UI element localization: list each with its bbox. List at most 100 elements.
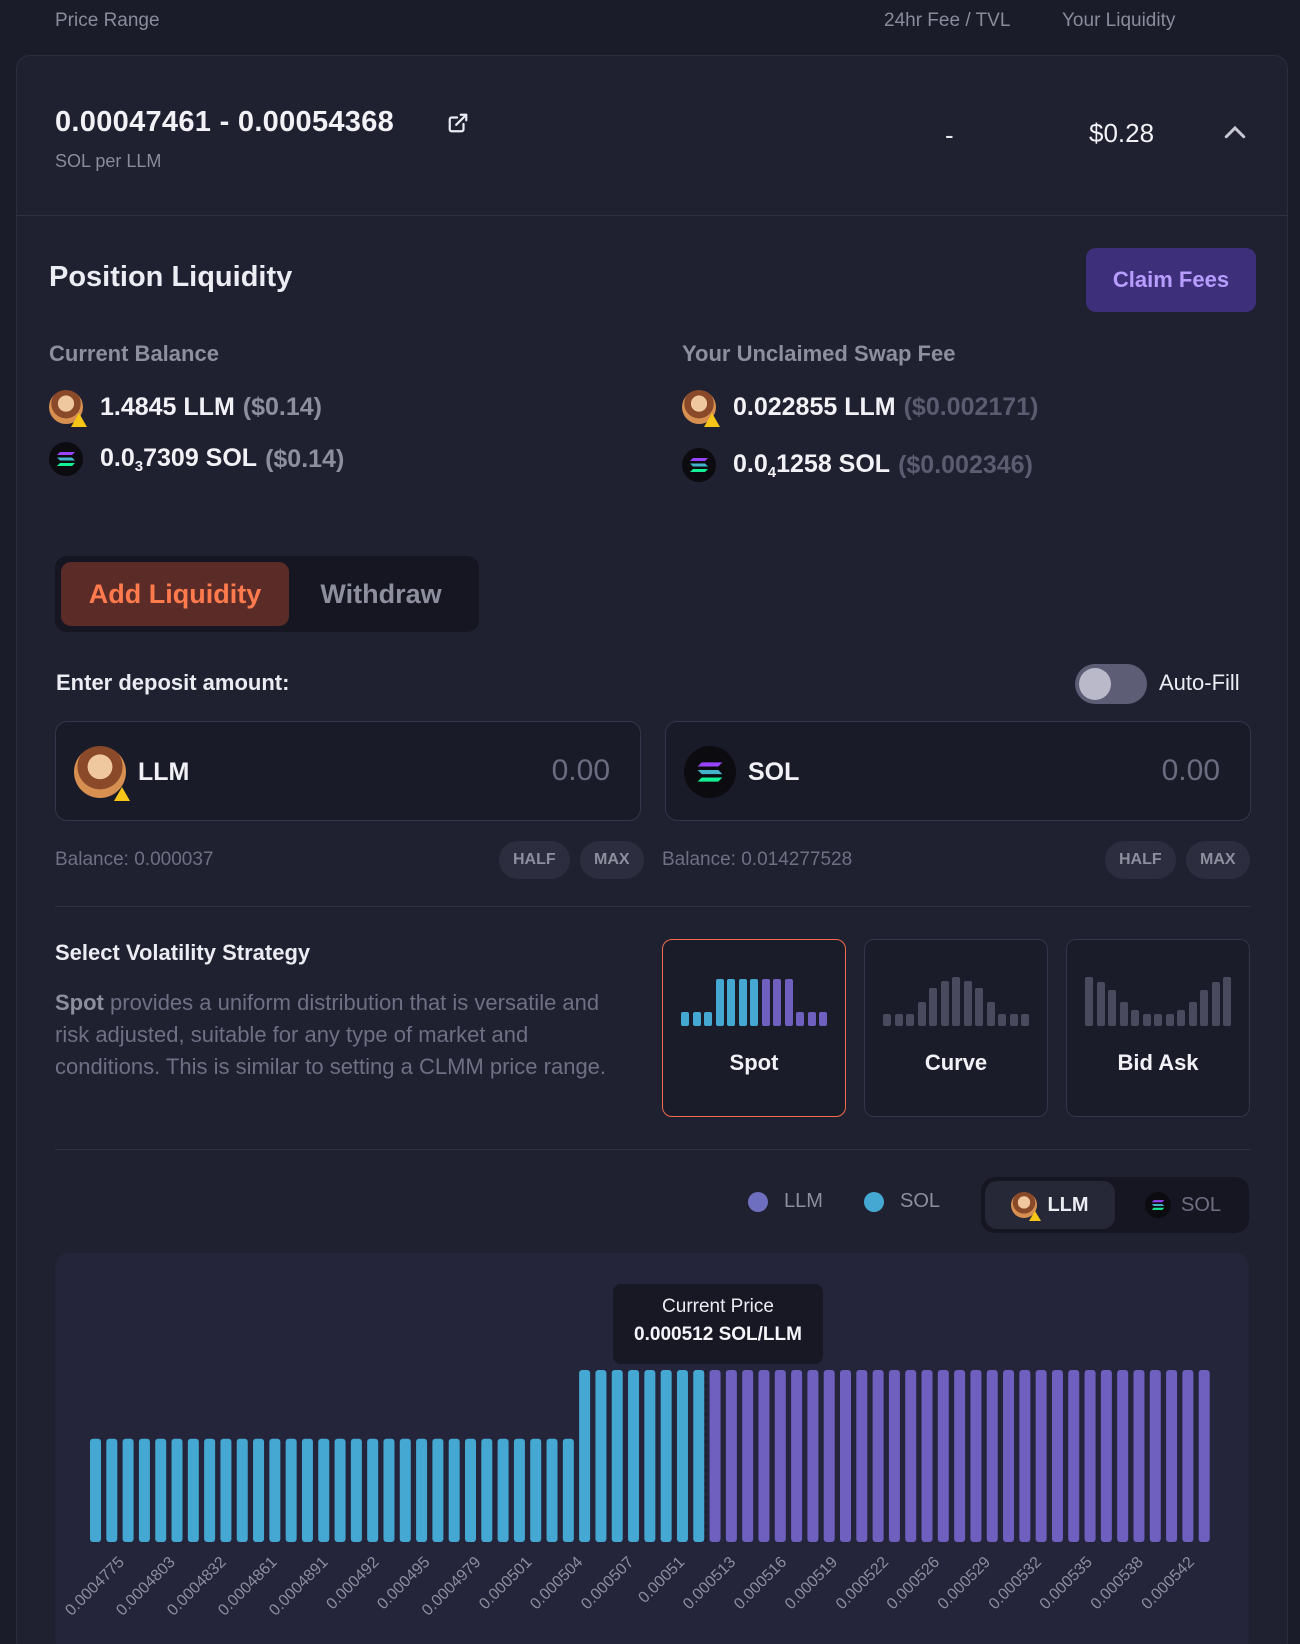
sol-bin-bar[interactable] <box>693 1370 705 1542</box>
sol-bin-bar[interactable] <box>301 1438 313 1542</box>
llm-bin-bar[interactable] <box>1051 1370 1063 1542</box>
sol-bin-bar[interactable] <box>350 1438 362 1542</box>
sol-bin-bar[interactable] <box>644 1370 656 1542</box>
sol-bin-bar[interactable] <box>187 1438 199 1542</box>
sol-bin-bar[interactable] <box>676 1370 688 1542</box>
sol-bin-bar[interactable] <box>383 1438 395 1542</box>
llm-bin-bar[interactable] <box>1149 1370 1161 1542</box>
sol-bin-bar[interactable] <box>285 1438 297 1542</box>
llm-bin-bar[interactable] <box>709 1370 721 1542</box>
sol-bin-bar[interactable] <box>628 1370 640 1542</box>
sol-bin-bar[interactable] <box>253 1438 265 1542</box>
sol-bin-bar[interactable] <box>106 1438 118 1542</box>
tab-withdraw[interactable]: Withdraw <box>289 562 473 626</box>
switch-sol[interactable]: SOL <box>1121 1181 1245 1229</box>
sol-bin-bar[interactable] <box>530 1438 542 1542</box>
switch-llm[interactable]: LLM <box>985 1181 1115 1229</box>
autofill-toggle[interactable] <box>1075 664 1147 704</box>
llm-bin-bar[interactable] <box>807 1370 819 1542</box>
llm-bin-bar[interactable] <box>970 1370 982 1542</box>
x-tick-label: 0.000507 <box>578 1554 637 1613</box>
llm-bin-bar[interactable] <box>758 1370 770 1542</box>
strategy-bid-ask[interactable]: Bid Ask <box>1066 939 1250 1117</box>
input-token: SOL <box>684 746 799 798</box>
sol-bin-bar[interactable] <box>546 1438 558 1542</box>
current-balance-llm: 1.4845 LLM ($0.14) <box>49 390 322 427</box>
sol-bin-bar[interactable] <box>465 1438 476 1542</box>
llm-bin-bar[interactable] <box>954 1370 966 1542</box>
sol-bin-bar[interactable] <box>236 1438 248 1542</box>
sol-bin-bar[interactable] <box>513 1438 525 1542</box>
sol-bin-bar[interactable] <box>220 1438 232 1542</box>
sol-bin-bar[interactable] <box>367 1438 379 1542</box>
external-link-icon[interactable] <box>447 112 469 134</box>
input-amount[interactable]: 0.00 <box>552 754 610 788</box>
sol-bin-bar[interactable] <box>138 1438 150 1542</box>
sol-half-button[interactable]: HALF <box>1105 841 1176 879</box>
sol-bin-bar[interactable] <box>318 1438 330 1542</box>
sol-bin-bar[interactable] <box>416 1438 428 1542</box>
sol-bin-bar[interactable] <box>595 1370 607 1542</box>
sol-bin-bar[interactable] <box>562 1438 574 1542</box>
llm-token-icon <box>74 746 130 801</box>
llm-bin-bar[interactable] <box>1100 1370 1112 1542</box>
input-amount[interactable]: 0.00 <box>1162 754 1220 788</box>
llm-bin-bar[interactable] <box>1035 1370 1047 1542</box>
llm-bin-bar[interactable] <box>921 1370 933 1542</box>
llm-bin-bar[interactable] <box>905 1370 917 1542</box>
llm-bin-bar[interactable] <box>725 1370 737 1542</box>
legend-sol: SOL <box>864 1190 940 1213</box>
sol-bin-bar[interactable] <box>204 1438 216 1542</box>
col-price-range: Price Range <box>55 10 160 31</box>
llm-bin-bar[interactable] <box>1182 1370 1194 1542</box>
llm-bin-bar[interactable] <box>1003 1370 1015 1542</box>
tab-add-liquidity[interactable]: Add Liquidity <box>61 562 289 626</box>
strategy-spot[interactable]: Spot <box>662 939 846 1117</box>
llm-bin-bar[interactable] <box>1084 1370 1096 1542</box>
sol-bin-bar[interactable] <box>155 1438 167 1542</box>
strategy-curve[interactable]: Curve <box>864 939 1048 1117</box>
sol-max-button[interactable]: MAX <box>1186 841 1250 879</box>
claim-fees-button[interactable]: Claim Fees <box>1086 248 1256 312</box>
sol-bin-bar[interactable] <box>399 1438 411 1542</box>
llm-bin-bar[interactable] <box>1019 1370 1031 1542</box>
llm-bin-bar[interactable] <box>791 1370 803 1542</box>
llm-bin-bar[interactable] <box>1117 1370 1129 1542</box>
llm-bin-bar[interactable] <box>823 1370 835 1542</box>
sol-bin-bar[interactable] <box>497 1438 509 1542</box>
sol-amount-input[interactable]: SOL 0.00 <box>665 721 1251 821</box>
sol-bin-bar[interactable] <box>448 1438 460 1542</box>
sol-token-icon <box>49 442 83 476</box>
sol-bin-bar[interactable] <box>171 1438 183 1542</box>
fee-amount: 0.041258 SOL <box>733 449 891 481</box>
sol-bin-bar[interactable] <box>611 1370 623 1542</box>
llm-bin-bar[interactable] <box>888 1370 900 1542</box>
position-summary-row[interactable]: 0.00047461 - 0.00054368 SOL per LLM - $0… <box>17 56 1287 216</box>
llm-max-button[interactable]: MAX <box>580 841 644 879</box>
llm-bin-bar[interactable] <box>937 1370 949 1542</box>
llm-bin-bar[interactable] <box>856 1370 868 1542</box>
unclaimed-fee-llm: 0.022855 LLM ($0.002171) <box>682 390 1038 427</box>
llm-bin-bar[interactable] <box>872 1370 884 1542</box>
llm-amount-input[interactable]: LLM 0.00 <box>55 721 641 821</box>
balance-amount: 0.037309 SOL <box>100 443 258 475</box>
llm-half-button[interactable]: HALF <box>499 841 570 879</box>
sol-bin-bar[interactable] <box>269 1438 281 1542</box>
sol-bin-bar[interactable] <box>481 1438 493 1542</box>
llm-bin-bar[interactable] <box>840 1370 851 1542</box>
llm-bin-bar[interactable] <box>986 1370 998 1542</box>
sol-bin-bar[interactable] <box>122 1438 134 1542</box>
sol-bin-bar[interactable] <box>579 1370 591 1542</box>
sol-bin-bar[interactable] <box>432 1438 444 1542</box>
sol-bin-bar[interactable] <box>90 1438 101 1542</box>
sol-bin-bar[interactable] <box>334 1438 346 1542</box>
llm-bin-bar[interactable] <box>742 1370 754 1542</box>
llm-bin-bar[interactable] <box>1068 1370 1080 1542</box>
chevron-up-icon[interactable] <box>1220 118 1250 148</box>
llm-balance: Balance: 0.000037 <box>55 849 214 870</box>
llm-bin-bar[interactable] <box>774 1370 786 1542</box>
llm-bin-bar[interactable] <box>1133 1370 1145 1542</box>
sol-bin-bar[interactable] <box>660 1370 672 1542</box>
llm-bin-bar[interactable] <box>1198 1370 1210 1542</box>
llm-bin-bar[interactable] <box>1166 1370 1178 1542</box>
